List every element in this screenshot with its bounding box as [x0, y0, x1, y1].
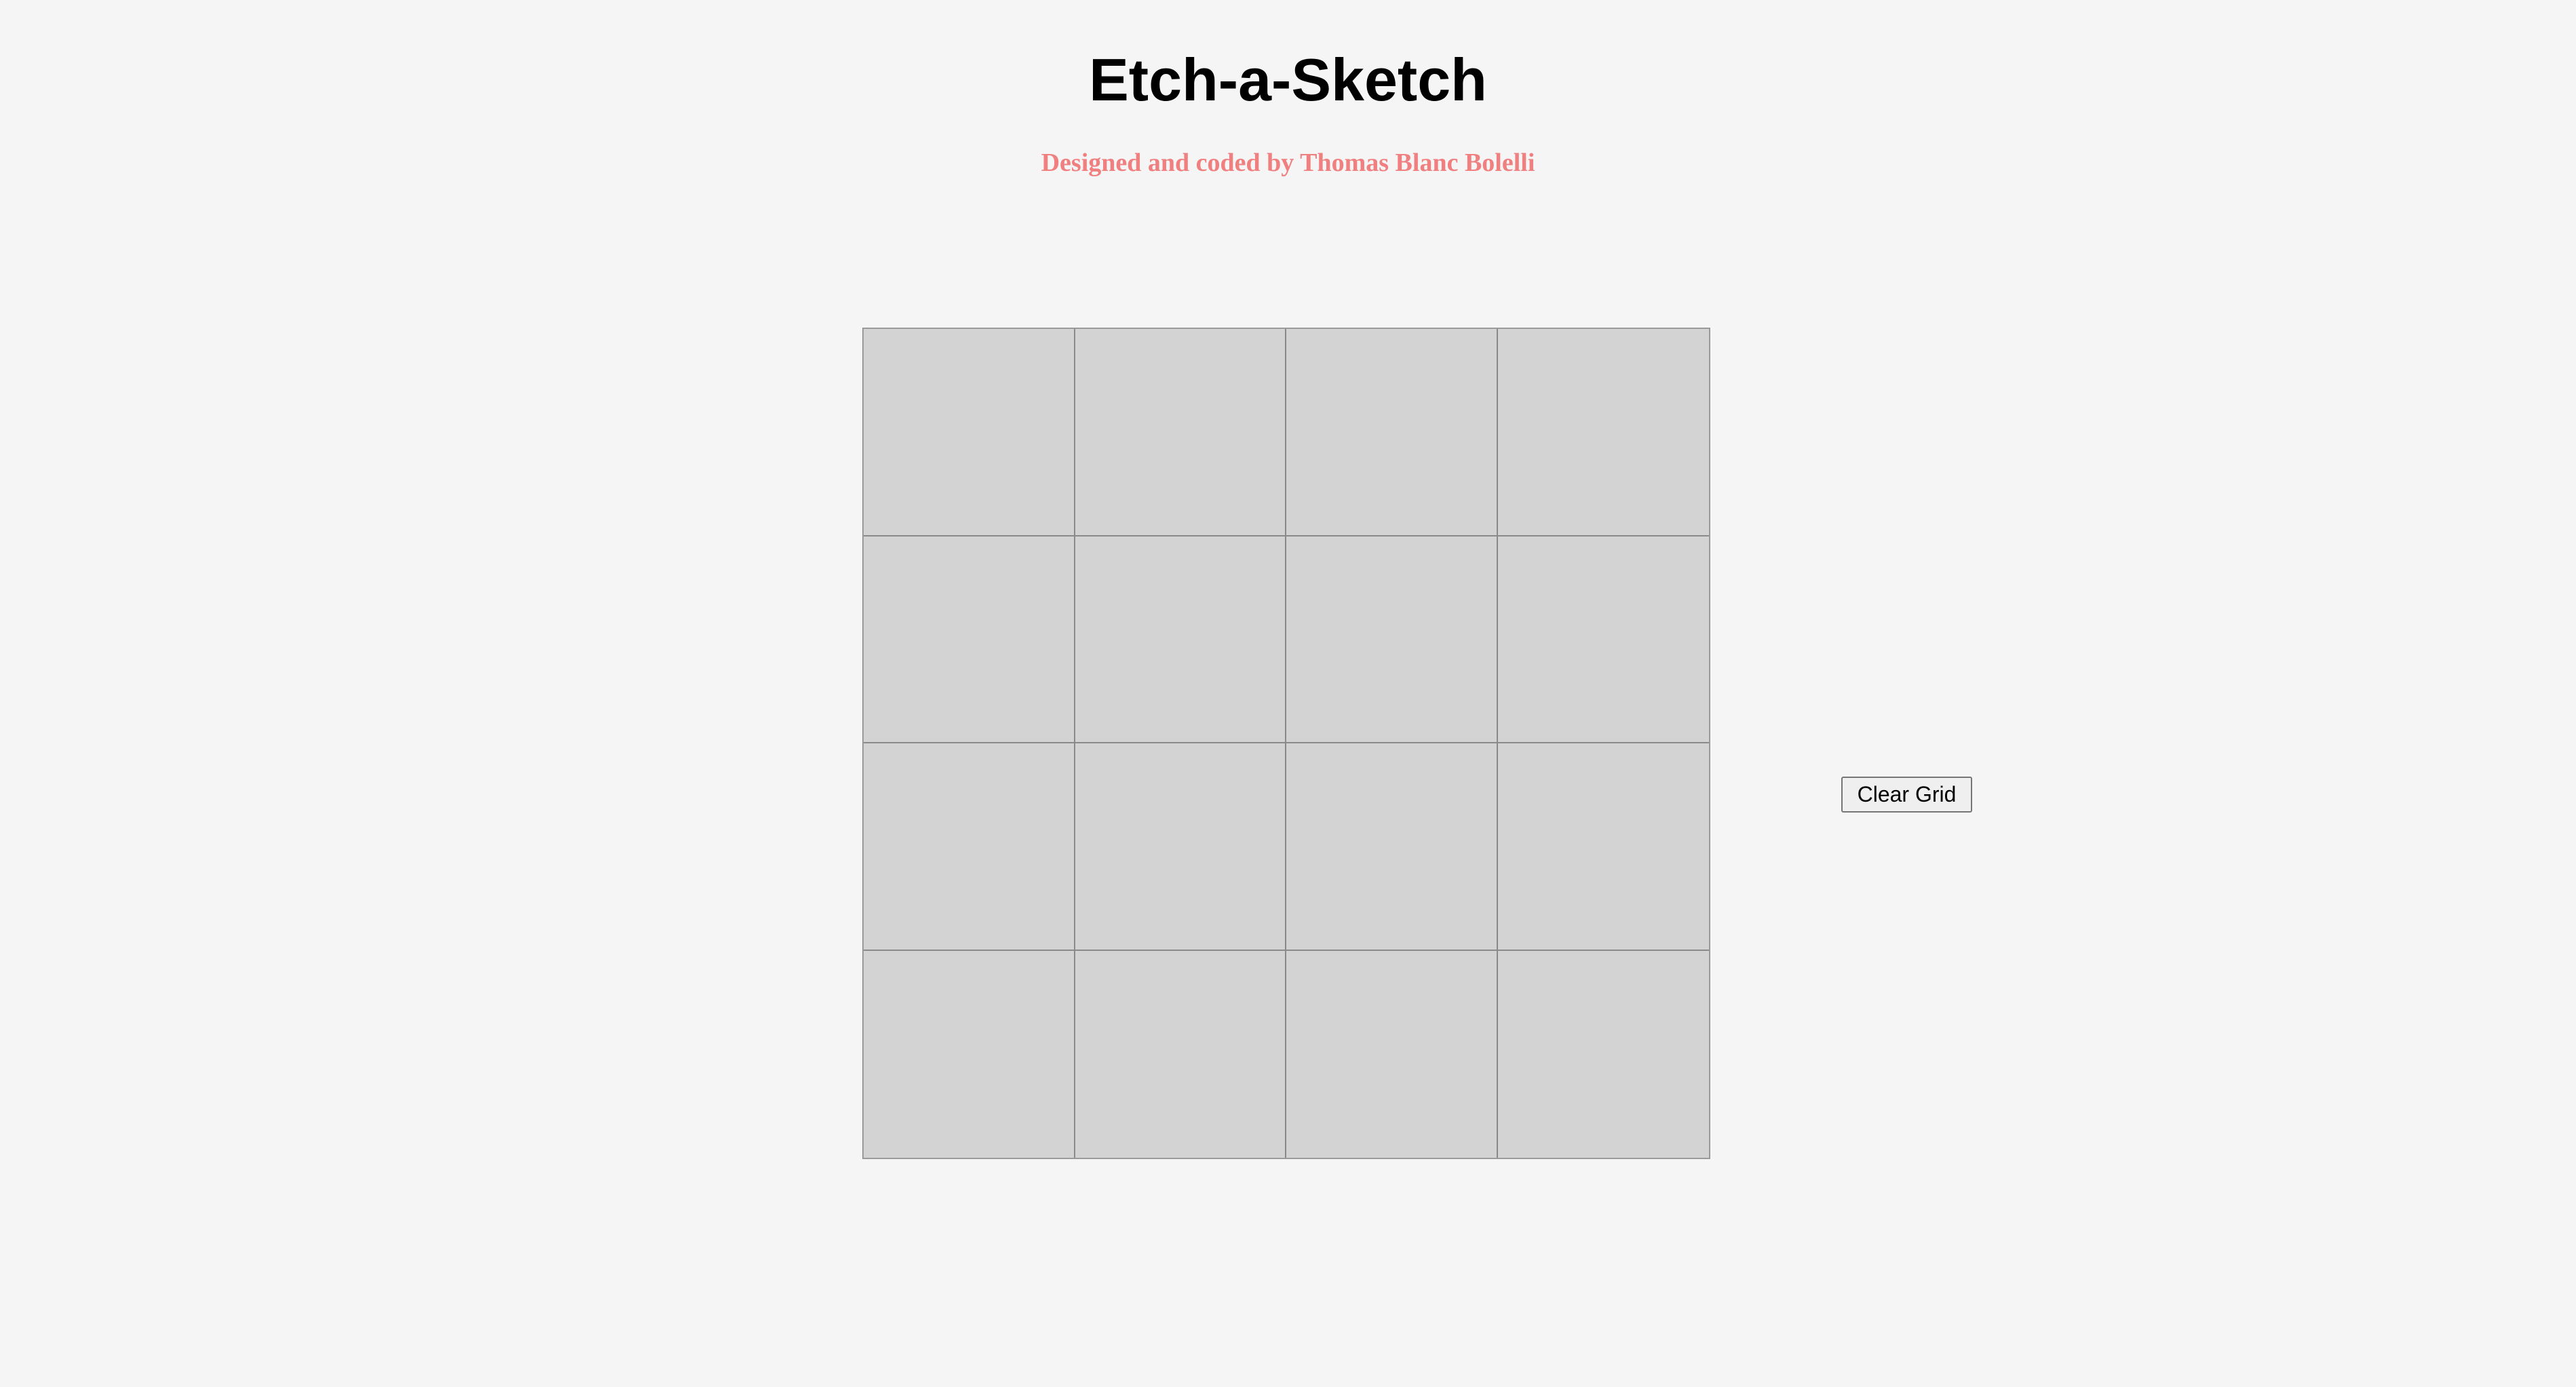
grid-cell[interactable]: [864, 536, 1075, 743]
grid-cell[interactable]: [1497, 329, 1709, 536]
grid-cell[interactable]: [1497, 950, 1709, 1158]
clear-grid-button[interactable]: Clear Grid: [1841, 777, 1972, 813]
page-title: Etch-a-Sketch: [1089, 46, 1487, 113]
grid-cell[interactable]: [1075, 536, 1286, 743]
grid-cell[interactable]: [864, 329, 1075, 536]
grid-cell[interactable]: [1497, 536, 1709, 743]
author-byline: Designed and coded by Thomas Blanc Bolel…: [1041, 149, 1535, 177]
grid-cell[interactable]: [1497, 743, 1709, 951]
sketch-grid[interactable]: [862, 328, 1710, 1159]
grid-cell[interactable]: [1075, 329, 1286, 536]
grid-cell[interactable]: [1286, 536, 1498, 743]
grid-cell[interactable]: [864, 743, 1075, 951]
grid-cell[interactable]: [864, 950, 1075, 1158]
grid-cell[interactable]: [1286, 950, 1498, 1158]
grid-cell[interactable]: [1075, 950, 1286, 1158]
grid-cell[interactable]: [1075, 743, 1286, 951]
grid-cell[interactable]: [1286, 329, 1498, 536]
grid-cell[interactable]: [1286, 743, 1498, 951]
